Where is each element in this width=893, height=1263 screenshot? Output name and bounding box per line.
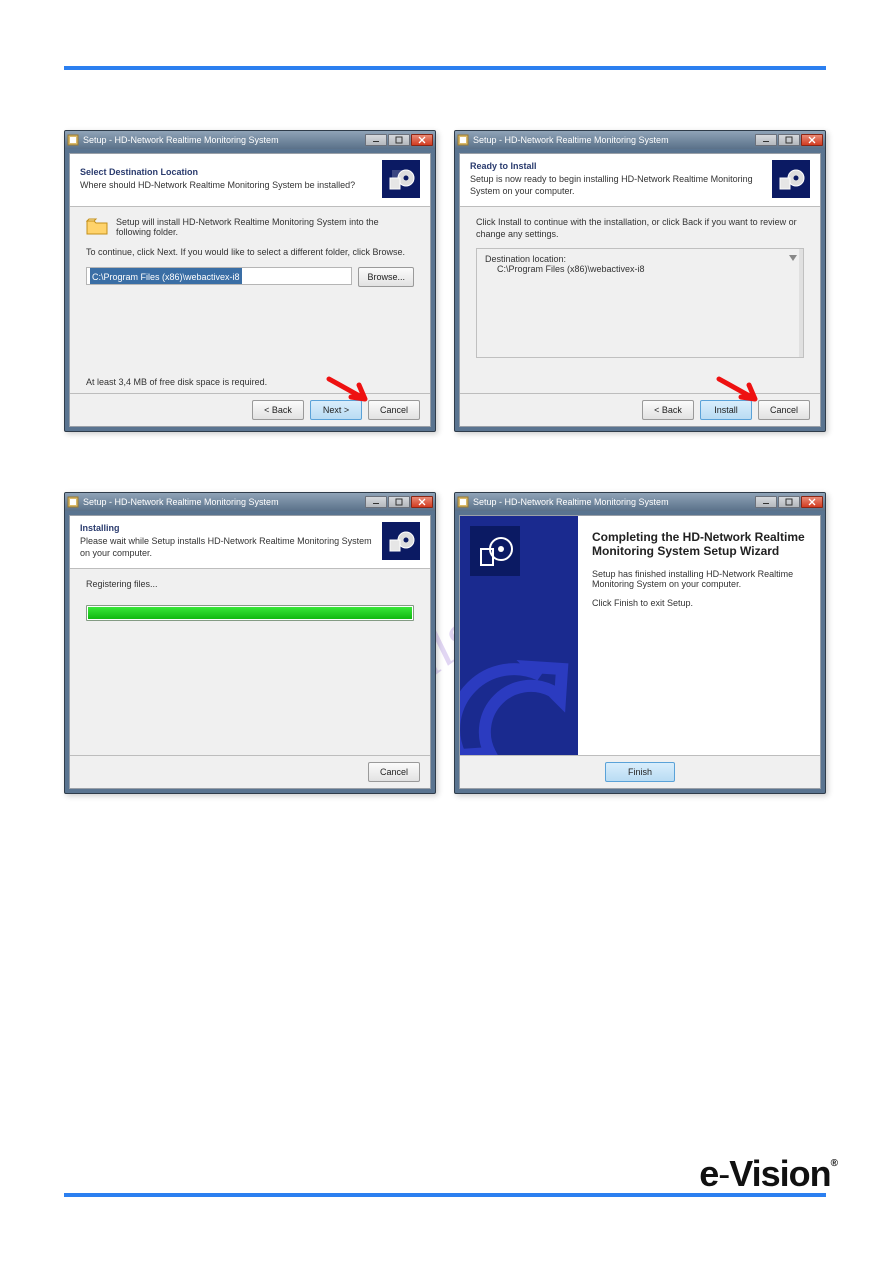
setup-window-destination: Setup - HD-Network Realtime Monitoring S…: [64, 130, 436, 432]
install-button[interactable]: Install: [700, 400, 752, 420]
close-button[interactable]: [801, 496, 823, 508]
folder-icon: [86, 217, 108, 235]
dest-label: Destination location:: [485, 254, 795, 264]
setup-window-installing: Setup - HD-Network Realtime Monitoring S…: [64, 492, 436, 794]
app-icon: [67, 496, 79, 508]
completion-side-graphic: [460, 516, 578, 755]
maximize-button[interactable]: [778, 134, 800, 146]
status-text: Registering files...: [86, 579, 414, 591]
brand-logo: e-Vision®: [699, 1153, 837, 1195]
screenshot-grid: Setup - HD-Network Realtime Monitoring S…: [64, 130, 826, 794]
background-arrow-icon: [460, 625, 578, 755]
folder-text: Setup will install HD-Network Realtime M…: [116, 217, 414, 237]
minimize-button[interactable]: [755, 134, 777, 146]
minimize-button[interactable]: [365, 496, 387, 508]
destination-path-value: C:\Program Files (x86)\webactivex-i8: [90, 268, 242, 284]
back-button[interactable]: < Back: [252, 400, 304, 420]
scroll-up-icon: [789, 255, 797, 261]
next-button[interactable]: Next >: [310, 400, 362, 420]
app-icon: [457, 134, 469, 146]
setup-disc-icon: [382, 522, 420, 560]
subheading: Where should HD-Network Realtime Monitor…: [80, 180, 355, 190]
finish-button[interactable]: Finish: [605, 762, 675, 782]
window-title: Setup - HD-Network Realtime Monitoring S…: [83, 497, 279, 507]
browse-button[interactable]: Browse...: [358, 267, 414, 287]
titlebar: Setup - HD-Network Realtime Monitoring S…: [455, 131, 825, 149]
close-button[interactable]: [411, 134, 433, 146]
close-button[interactable]: [801, 134, 823, 146]
dest-value: C:\Program Files (x86)\webactivex-i8: [485, 264, 795, 274]
heading: Select Destination Location: [80, 167, 378, 178]
window-title: Setup - HD-Network Realtime Monitoring S…: [473, 135, 669, 145]
disk-space-note: At least 3,4 MB of free disk space is re…: [86, 377, 267, 387]
page-top-rule: [64, 66, 826, 70]
window-title: Setup - HD-Network Realtime Monitoring S…: [83, 135, 279, 145]
app-icon: [67, 134, 79, 146]
titlebar: Setup - HD-Network Realtime Monitoring S…: [455, 493, 825, 511]
subheading: Please wait while Setup installs HD-Netw…: [80, 536, 372, 557]
titlebar: Setup - HD-Network Realtime Monitoring S…: [65, 131, 435, 149]
setup-window-complete: Setup - HD-Network Realtime Monitoring S…: [454, 492, 826, 794]
subheading: Setup is now ready to begin installing H…: [470, 174, 753, 195]
heading: Ready to Install: [470, 161, 768, 172]
setup-disc-icon: [470, 526, 520, 576]
destination-path-input[interactable]: C:\Program Files (x86)\webactivex-i8: [86, 267, 352, 285]
cancel-button[interactable]: Cancel: [368, 762, 420, 782]
completion-heading: Completing the HD-Network Realtime Monit…: [592, 530, 806, 559]
review-text: Click Install to continue with the insta…: [476, 217, 804, 240]
titlebar: Setup - HD-Network Realtime Monitoring S…: [65, 493, 435, 511]
completion-body-1: Setup has finished installing HD-Network…: [592, 569, 806, 589]
maximize-button[interactable]: [388, 496, 410, 508]
maximize-button[interactable]: [388, 134, 410, 146]
progress-fill: [88, 607, 412, 619]
completion-body-2: Click Finish to exit Setup.: [592, 598, 806, 608]
window-title: Setup - HD-Network Realtime Monitoring S…: [473, 497, 669, 507]
back-button[interactable]: < Back: [642, 400, 694, 420]
app-icon: [457, 496, 469, 508]
heading: Installing: [80, 523, 378, 534]
progress-bar: [86, 605, 414, 621]
summary-box: Destination location: C:\Program Files (…: [476, 248, 804, 358]
scrollbar[interactable]: [799, 249, 803, 357]
cancel-button[interactable]: Cancel: [368, 400, 420, 420]
minimize-button[interactable]: [365, 134, 387, 146]
setup-window-ready: Setup - HD-Network Realtime Monitoring S…: [454, 130, 826, 432]
minimize-button[interactable]: [755, 496, 777, 508]
close-button[interactable]: [411, 496, 433, 508]
maximize-button[interactable]: [778, 496, 800, 508]
setup-disc-icon: [772, 160, 810, 198]
cancel-button[interactable]: Cancel: [758, 400, 810, 420]
continue-text: To continue, click Next. If you would li…: [86, 247, 414, 259]
setup-disc-icon: [382, 160, 420, 198]
